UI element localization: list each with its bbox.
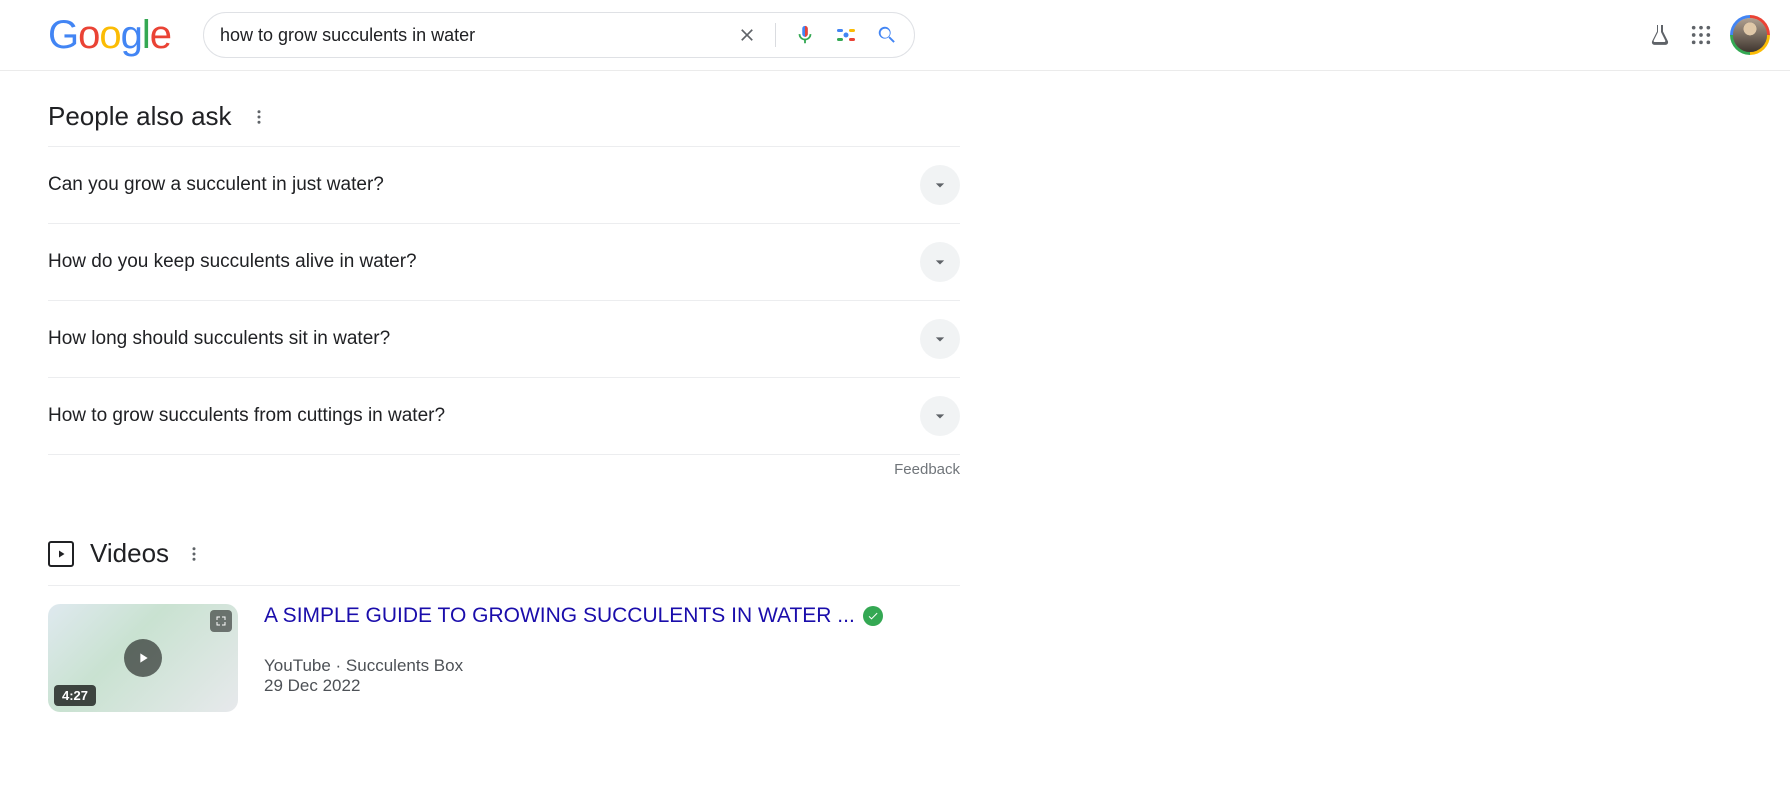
search-icon-group [737, 23, 898, 47]
video-source-line: YouTube · Succulents Box [264, 656, 883, 676]
videos-header: Videos [48, 538, 960, 569]
paa-question: How do you keep succulents alive in wate… [48, 251, 417, 273]
video-result[interactable]: 4:27 A SIMPLE GUIDE TO GROWING SUCCULENT… [48, 585, 960, 712]
paa-header: People also ask [48, 101, 960, 132]
header: Google [0, 0, 1790, 71]
videos-section: Videos 4:27 A SIMPLE GUIDE TO GROWING SU… [48, 538, 960, 712]
video-thumbnail[interactable]: 4:27 [48, 604, 238, 712]
paa-item[interactable]: How to grow succulents from cuttings in … [48, 377, 960, 454]
header-right [1648, 15, 1770, 55]
video-channel: Succulents Box [346, 656, 463, 675]
voice-search-icon[interactable] [794, 24, 816, 46]
video-duration: 4:27 [54, 685, 96, 706]
paa-item[interactable]: How long should succulents sit in water? [48, 300, 960, 377]
videos-title: Videos [90, 538, 169, 569]
more-options-icon[interactable] [250, 108, 268, 126]
account-avatar[interactable] [1730, 15, 1770, 55]
chevron-down-icon[interactable] [920, 242, 960, 282]
paa-title: People also ask [48, 101, 232, 132]
google-logo[interactable]: Google [48, 13, 171, 58]
paa-question: How long should succulents sit in water? [48, 328, 390, 350]
image-search-icon[interactable] [834, 23, 858, 47]
labs-icon[interactable] [1648, 23, 1672, 47]
search-icon[interactable] [876, 24, 898, 46]
video-source: YouTube [264, 656, 331, 675]
paa-list: Can you grow a succulent in just water? … [48, 146, 960, 455]
video-title-link[interactable]: A SIMPLE GUIDE TO GROWING SUCCULENTS IN … [264, 604, 855, 628]
search-results: People also ask Can you grow a succulent… [0, 71, 960, 712]
clear-icon[interactable] [737, 25, 757, 45]
play-icon [124, 639, 162, 677]
verified-icon [863, 606, 883, 626]
chevron-down-icon[interactable] [920, 396, 960, 436]
chevron-down-icon[interactable] [920, 319, 960, 359]
more-options-icon[interactable] [185, 545, 203, 563]
video-meta: A SIMPLE GUIDE TO GROWING SUCCULENTS IN … [264, 604, 883, 712]
chevron-down-icon[interactable] [920, 165, 960, 205]
paa-question: How to grow succulents from cuttings in … [48, 405, 445, 427]
feedback-link[interactable]: Feedback [48, 461, 960, 478]
separator [775, 23, 776, 47]
expand-icon[interactable] [210, 610, 232, 632]
paa-question: Can you grow a succulent in just water? [48, 174, 384, 196]
people-also-ask-section: People also ask Can you grow a succulent… [48, 101, 960, 478]
apps-icon[interactable] [1690, 24, 1712, 46]
video-play-icon [48, 541, 74, 567]
search-bar [203, 12, 915, 58]
paa-item[interactable]: Can you grow a succulent in just water? [48, 146, 960, 223]
search-input[interactable] [220, 25, 721, 46]
video-date: 29 Dec 2022 [264, 676, 883, 696]
paa-item[interactable]: How do you keep succulents alive in wate… [48, 223, 960, 300]
